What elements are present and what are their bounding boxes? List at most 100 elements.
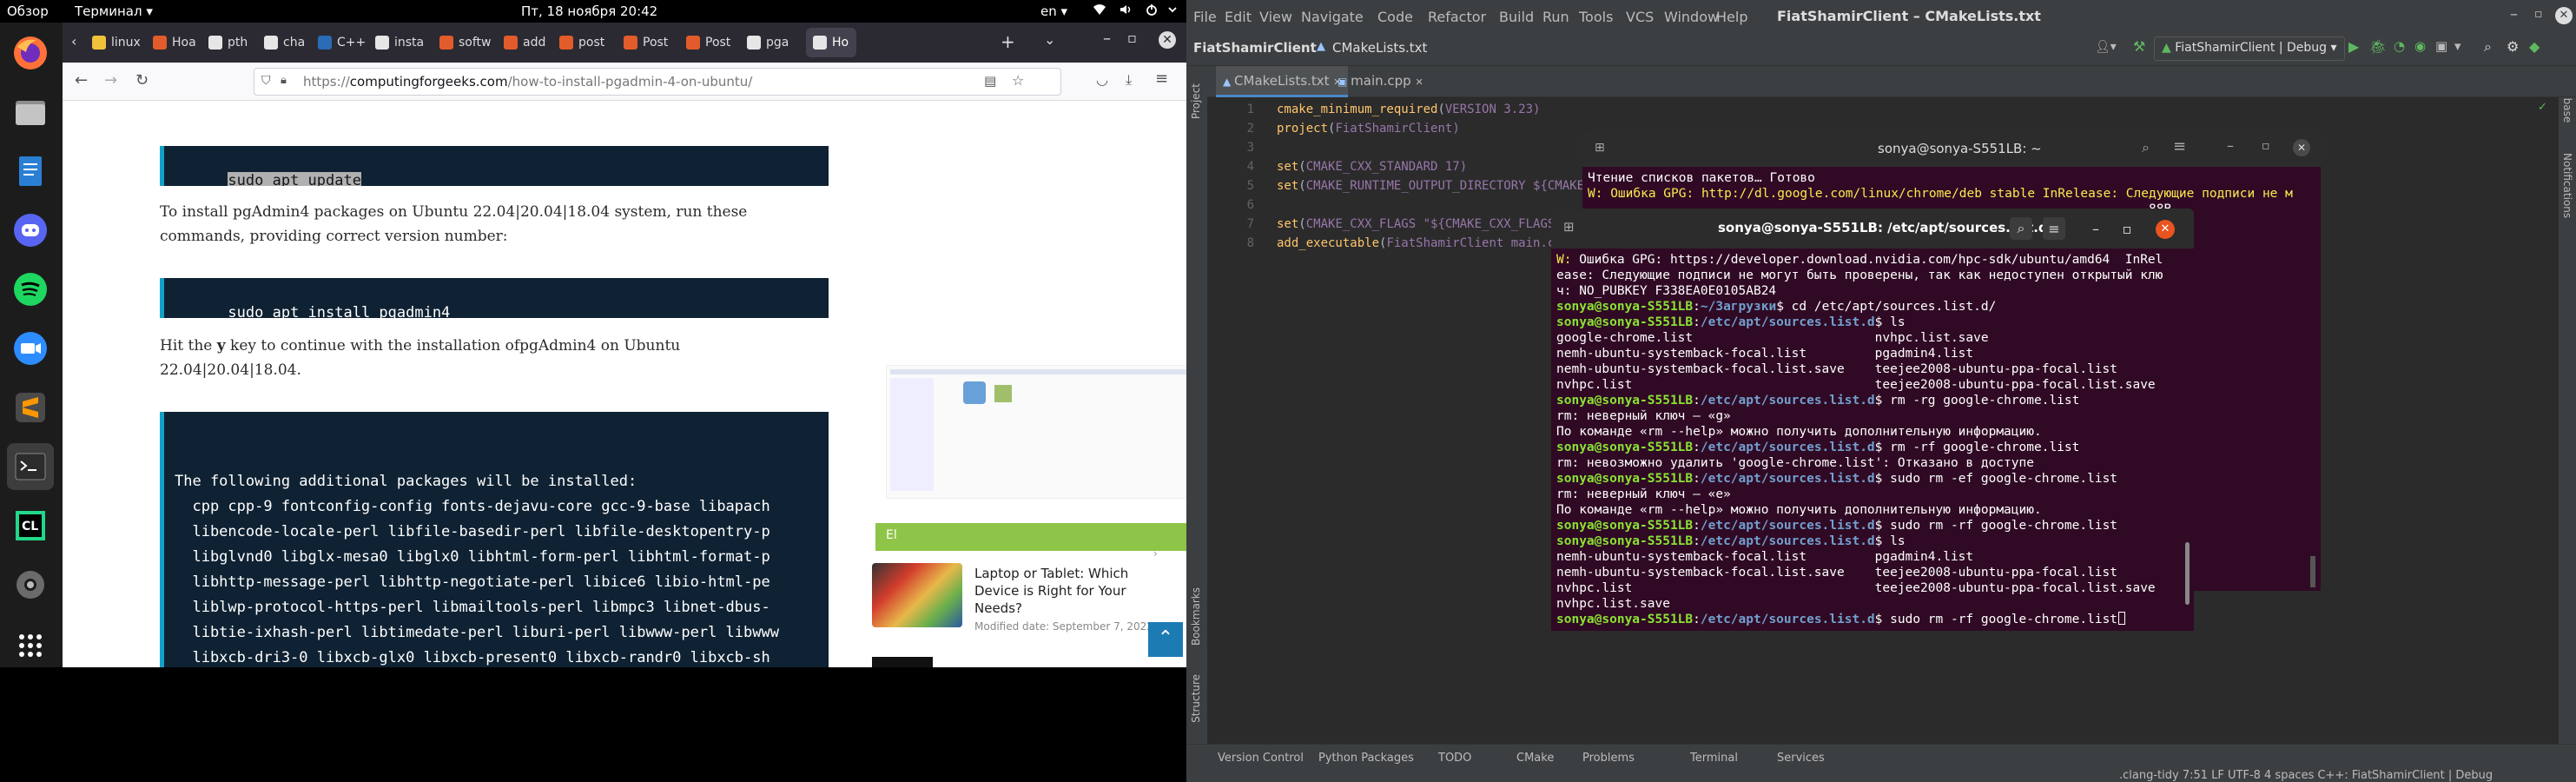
spotify-icon[interactable] xyxy=(7,266,54,313)
close-button[interactable]: ✕ xyxy=(1159,31,1176,49)
maximize-button[interactable]: ▫ xyxy=(2534,7,2543,21)
tool-window-problems[interactable]: Problems xyxy=(1582,752,1635,765)
coverage-icon[interactable]: ◔ xyxy=(2394,38,2405,54)
back-icon[interactable]: ← xyxy=(75,71,88,89)
scrollbar[interactable] xyxy=(2185,542,2190,605)
tool-window-services[interactable]: Services xyxy=(1777,752,1825,765)
user-icon[interactable]: 👤︎▾ xyxy=(2095,40,2117,54)
code-line[interactable]: add_executable(FiatShamirClient main.cpp… xyxy=(1277,236,1577,250)
tool-window-python-packages[interactable]: Python Packages xyxy=(1318,752,1414,765)
maximize-button[interactable]: ▫ xyxy=(2262,139,2270,153)
bookmarks-tool-button[interactable]: Bookmarks xyxy=(1190,587,1202,646)
article-thumbnail-image[interactable] xyxy=(872,563,962,627)
code-line[interactable]: set(CMAKE_CXX_STANDARD 17) xyxy=(1277,160,1467,174)
build-hammer-icon[interactable]: ⚒ xyxy=(2133,38,2145,55)
browser-tab[interactable]: Hoa xyxy=(153,28,205,57)
browser-tab[interactable]: softw xyxy=(439,28,492,57)
sidebar-next-icon[interactable]: › xyxy=(1153,547,1158,560)
code-line[interactable]: set(CMAKE_RUNTIME_OUTPUT_DIRECTORY ${CMA… xyxy=(1277,179,1628,193)
tool-window-cmake[interactable]: CMake xyxy=(1516,752,1554,765)
close-tab-icon[interactable]: ✕ xyxy=(1415,76,1423,88)
browser-tab[interactable]: Post xyxy=(686,28,738,57)
minimize-button[interactable]: – xyxy=(2227,137,2234,154)
files-icon[interactable] xyxy=(7,89,54,136)
new-tab-icon[interactable]: ⊞ xyxy=(1595,141,1605,155)
app-grid-icon[interactable] xyxy=(7,622,54,669)
zoom-icon[interactable] xyxy=(7,325,54,372)
menu-code[interactable]: Code xyxy=(1377,9,1413,25)
activities-button[interactable]: Обзор xyxy=(7,3,49,19)
structure-tool-button[interactable]: Structure xyxy=(1190,674,1202,723)
menu-vcs[interactable]: VCS xyxy=(1626,9,1654,25)
discord-icon[interactable] xyxy=(7,207,54,254)
code-line[interactable]: cmake_minimum_required(VERSION 3.23) xyxy=(1277,103,1540,116)
terminal-icon[interactable] xyxy=(7,443,54,490)
breadcrumb-file[interactable]: CMakeLists.txt xyxy=(1332,40,1427,56)
browser-tab[interactable]: linux xyxy=(92,28,144,57)
shield-icon[interactable]: ⛉ xyxy=(261,74,271,88)
search-icon[interactable]: ⌕ xyxy=(2142,139,2150,156)
reader-view-icon[interactable]: ▤ xyxy=(984,73,996,89)
pocket-icon[interactable]: ◡ xyxy=(1096,71,1108,88)
menu-help[interactable]: Help xyxy=(1716,9,1747,25)
menu-navigate[interactable]: Navigate xyxy=(1301,9,1364,25)
maximize-button[interactable]: ▫ xyxy=(2116,217,2138,240)
tab-overflow-chevron-icon[interactable]: ⌄ xyxy=(1044,31,1055,48)
close-tab-icon[interactable]: ✕ xyxy=(855,37,856,49)
minimize-button[interactable]: – xyxy=(2084,217,2107,240)
lock-icon[interactable]: 🔒︎ xyxy=(281,74,287,87)
tool-window-terminal[interactable]: Terminal xyxy=(1690,752,1738,765)
minimize-button[interactable]: – xyxy=(2510,5,2518,23)
menu-refactor[interactable]: Refactor xyxy=(1428,9,1486,25)
project-tool-button[interactable]: Project xyxy=(1190,83,1202,119)
maximize-button[interactable]: ▫ xyxy=(1127,30,1137,46)
ad-screenshot[interactable]: ⓘ xyxy=(877,365,1186,513)
language-indicator[interactable]: en ▾ xyxy=(1040,3,1067,19)
breadcrumb-project[interactable]: FiatShamirClient xyxy=(1193,40,1317,56)
browser-tab[interactable]: cha xyxy=(264,28,316,57)
menu-edit[interactable]: Edit xyxy=(1225,9,1252,25)
debug-icon[interactable]: 🐞︎ xyxy=(2369,38,2387,55)
scroll-to-top-button[interactable]: ⌃ xyxy=(1148,622,1183,657)
browser-tab[interactable]: insta xyxy=(375,28,427,57)
minimize-button[interactable]: – xyxy=(1103,30,1111,48)
search-icon[interactable]: ⌕ xyxy=(2010,217,2032,240)
downloads-icon[interactable]: ⤓ xyxy=(1126,71,1132,89)
menu-tools[interactable]: Tools xyxy=(1579,9,1613,25)
power-icon[interactable] xyxy=(1145,3,1159,20)
settings-icon[interactable] xyxy=(7,561,54,608)
terminal-window-sources[interactable]: ⊞ sonya@sonya-S551LB: /etc/apt/sources.l… xyxy=(1551,209,2194,631)
menu-file[interactable]: File xyxy=(1193,9,1217,25)
notifications-tool-button[interactable]: Notifications xyxy=(2561,153,2573,218)
menu-icon[interactable]: ≡ xyxy=(1155,70,1168,88)
run-configuration-select[interactable]: ▲ FiatShamirClient | Debug ▾ xyxy=(2154,36,2345,61)
system-menu-chevron-icon[interactable] xyxy=(1167,3,1178,20)
article-title[interactable]: Laptop or Tablet: Which Device is Right … xyxy=(974,565,1183,617)
list-all-tabs-icon[interactable]: ‹ xyxy=(71,33,76,50)
menu-icon[interactable]: ≡ xyxy=(2043,217,2065,240)
selected-command[interactable]: sudo apt update xyxy=(228,172,361,186)
toolbox-icon[interactable]: ◆ xyxy=(2529,38,2540,55)
settings-gear-icon[interactable]: ⚙ xyxy=(2507,38,2519,55)
reload-icon[interactable]: ↻ xyxy=(135,71,149,89)
code-line[interactable]: set(CMAKE_CXX_FLAGS "${CMAKE_CXX_FLAGS} … xyxy=(1277,217,1591,231)
clion-icon[interactable]: CL xyxy=(7,502,54,549)
sublime-icon[interactable] xyxy=(7,384,54,431)
bookmark-star-icon[interactable]: ☆ xyxy=(1012,72,1024,89)
scrollbar[interactable] xyxy=(2310,556,2315,587)
browser-tab[interactable]: Post xyxy=(624,28,676,57)
url-bar[interactable]: ⛉ 🔒︎ https://computingforgeeks.com/how-t… xyxy=(254,68,1061,96)
browser-tab[interactable]: pga xyxy=(747,28,799,57)
status-bar[interactable]: .clang-tidy 7:51 LF UTF-8 4 spaces C++: … xyxy=(2119,769,2493,782)
clock[interactable]: Пт, 18 ноября 20:42 xyxy=(521,3,657,19)
run-icon[interactable]: ▶ xyxy=(2348,38,2359,55)
menu-icon[interactable]: ≡ xyxy=(2173,137,2186,156)
stop-icon[interactable]: ▣ xyxy=(2435,38,2447,54)
code-line[interactable]: project(FiatShamirClient) xyxy=(1277,122,1460,136)
browser-tab[interactable]: C++ xyxy=(318,28,370,57)
menu-run[interactable]: Run xyxy=(1542,9,1569,25)
firefox-icon[interactable] xyxy=(7,30,54,76)
more-actions-icon[interactable]: ▾ xyxy=(2454,38,2461,54)
menu-build[interactable]: Build xyxy=(1499,9,1534,25)
search-icon[interactable]: ⌕ xyxy=(2484,38,2492,56)
